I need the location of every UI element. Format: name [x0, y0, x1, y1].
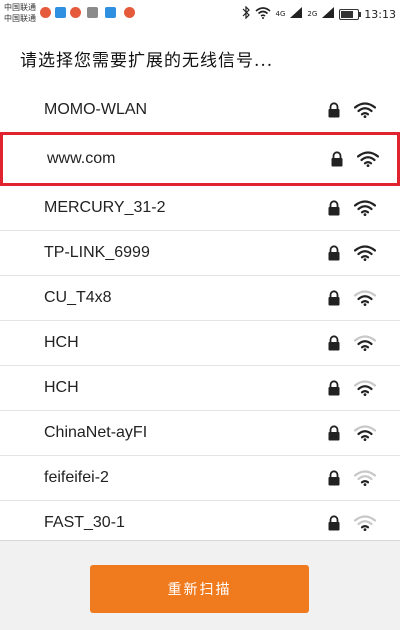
network-ssid: MOMO-WLAN	[44, 101, 148, 118]
lock-icon	[327, 515, 341, 531]
lock-icon	[327, 200, 341, 216]
video-icon	[105, 7, 116, 18]
network-row[interactable]: feifeifei-2	[0, 456, 400, 501]
wifi-signal-icon	[353, 335, 377, 351]
carrier-label-2: 中国联通	[4, 14, 36, 23]
wifi-signal-icon	[356, 151, 380, 167]
gallery-icon	[87, 7, 98, 18]
network-row[interactable]: FAST_30-1	[0, 501, 400, 540]
lock-icon	[327, 290, 341, 306]
signal-icon	[290, 7, 303, 21]
lock-icon	[327, 102, 341, 118]
wifi-signal-icon	[353, 290, 377, 306]
wifi-status-icon	[254, 6, 271, 22]
network-row[interactable]: HCH	[0, 321, 400, 366]
network-ssid: FAST_30-1	[44, 514, 125, 531]
network-row-selected[interactable]: www.com	[0, 132, 400, 186]
wifi-signal-icon	[353, 200, 377, 216]
lock-icon	[327, 380, 341, 396]
weibo-icon	[124, 7, 135, 18]
wifi-network-list: MOMO-WLAN www.com MERCURY_31-2 TP-LINK_6…	[0, 88, 400, 540]
network-ssid: CU_T4x8	[44, 289, 112, 306]
network-2g-label: 2G	[307, 9, 318, 18]
weibo-icon	[40, 7, 51, 18]
wifi-signal-icon	[353, 380, 377, 396]
network-ssid: TP-LINK_6999	[44, 244, 150, 261]
network-row[interactable]: MERCURY_31-2	[0, 186, 400, 231]
weibo-icon	[70, 7, 81, 18]
bluetooth-icon	[242, 5, 250, 22]
network-row[interactable]: TP-LINK_6999	[0, 231, 400, 276]
network-ssid: ChinaNet-ayFI	[44, 424, 148, 441]
network-ssid: HCH	[44, 379, 79, 396]
lock-icon	[327, 470, 341, 486]
network-row[interactable]: HCH	[0, 366, 400, 411]
lock-icon	[327, 425, 341, 441]
clock: 13:13	[364, 7, 396, 21]
page-header: 请选择您需要扩展的无线信号...	[0, 28, 400, 89]
wifi-signal-icon	[353, 245, 377, 261]
network-row[interactable]: CU_T4x8	[0, 276, 400, 321]
signal-icon	[322, 7, 335, 21]
carrier-label-1: 中国联通	[4, 3, 36, 12]
page-title: 请选择您需要扩展的无线信号...	[20, 51, 274, 71]
network-ssid: feifeifei-2	[44, 469, 109, 486]
lock-icon	[327, 335, 341, 351]
network-ssid: www.com	[47, 150, 116, 167]
wifi-signal-icon	[353, 102, 377, 118]
network-ssid: HCH	[44, 334, 79, 351]
lock-icon	[330, 151, 344, 167]
network-4g-label: 4G	[275, 9, 286, 18]
app-icon	[55, 7, 66, 18]
wifi-signal-icon	[353, 425, 377, 441]
bottom-action-bar: 重新扫描	[0, 540, 400, 630]
battery-icon	[339, 8, 362, 20]
network-row[interactable]: MOMO-WLAN	[0, 88, 400, 133]
network-ssid: MERCURY_31-2	[44, 199, 166, 216]
wifi-signal-icon	[353, 515, 377, 531]
status-bar: 中国联通 中国联通 4G 2G 13:13	[0, 0, 400, 28]
wifi-signal-icon	[353, 470, 377, 486]
rescan-button[interactable]: 重新扫描	[90, 565, 309, 613]
lock-icon	[327, 245, 341, 261]
network-row[interactable]: ChinaNet-ayFI	[0, 411, 400, 456]
